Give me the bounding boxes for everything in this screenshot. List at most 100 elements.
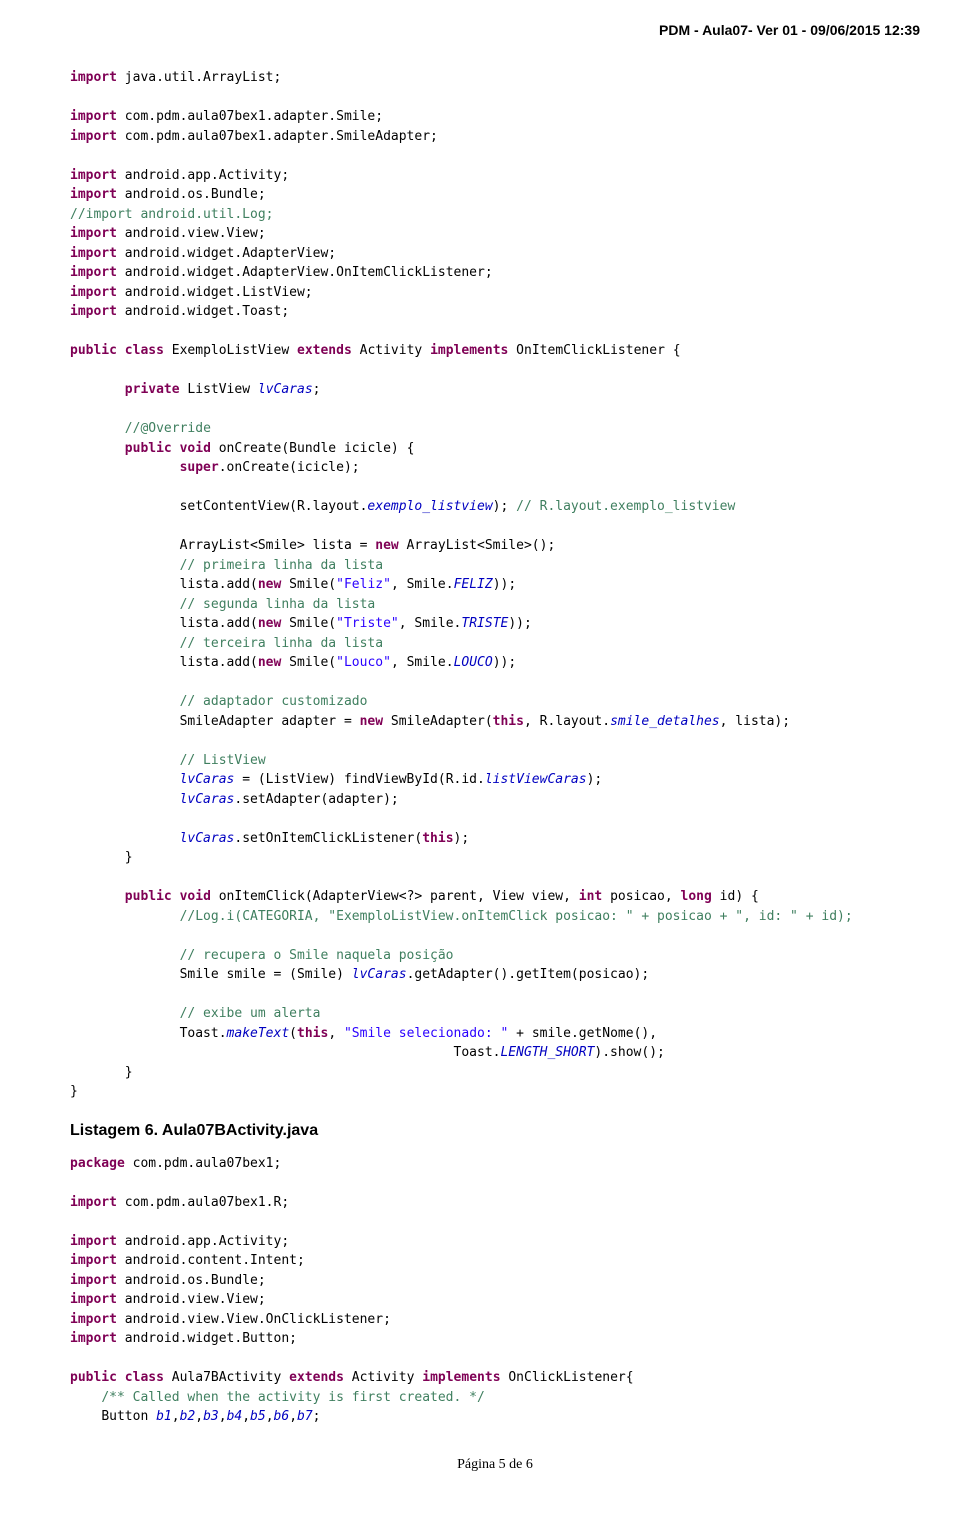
code-text: ListView [180, 382, 258, 397]
code-text: ; [313, 382, 321, 397]
keyword: import [70, 1234, 117, 1249]
code-text: posicao, [602, 889, 680, 904]
comment: // terceira linha da lista [180, 636, 384, 651]
code-text: , [289, 1409, 297, 1424]
code-text: Aula7BActivity [164, 1370, 289, 1385]
listing-title: Listagem 6. Aula07BActivity.java [70, 1122, 920, 1140]
field: TRISTE [461, 616, 508, 631]
code-text: com.pdm.aula07bex1.R; [117, 1195, 289, 1210]
page-header: PDM - Aula07- Ver 01 - 09/06/2015 12:39 [70, 22, 920, 38]
code-text: android.widget.AdapterView; [117, 246, 336, 261]
code-text: )); [508, 616, 531, 631]
field: LENGTH_SHORT [500, 1045, 594, 1060]
code-text: Smile( [281, 616, 336, 631]
code-text: } [125, 1065, 133, 1080]
code-text: OnItemClickListener { [508, 343, 680, 358]
keyword: implements [422, 1370, 500, 1385]
keyword: import [70, 187, 117, 202]
keyword: import [70, 1331, 117, 1346]
code-text: Smile smile = (Smile) [180, 967, 352, 982]
code-text: android.view.View.OnClickListener; [117, 1312, 391, 1327]
keyword: class [125, 1370, 164, 1385]
keyword: public [125, 889, 172, 904]
field: b6 [274, 1409, 290, 1424]
string: "Louco" [336, 655, 391, 670]
code-block-1: import java.util.ArrayList; import com.p… [70, 68, 920, 1102]
code-text: id) { [712, 889, 759, 904]
code-text: setContentView(R.layout. [180, 499, 368, 514]
field: lvCaras [180, 772, 235, 787]
keyword: import [70, 109, 117, 124]
keyword: extends [297, 343, 352, 358]
code-text: lista.add( [180, 577, 258, 592]
code-text: ); [587, 772, 603, 787]
comment: // recupera o Smile naquela posição [180, 948, 454, 963]
keyword: import [70, 1195, 117, 1210]
code-text: Smile( [281, 577, 336, 592]
field: b4 [227, 1409, 243, 1424]
code-text: ArrayList<Smile>(); [399, 538, 556, 553]
keyword: import [70, 129, 117, 144]
code-text: OnClickListener{ [501, 1370, 634, 1385]
keyword: this [493, 714, 524, 729]
keyword: import [70, 265, 117, 280]
code-text: com.pdm.aula07bex1.adapter.Smile; [117, 109, 383, 124]
keyword: new [258, 616, 281, 631]
code-text: , [172, 1409, 180, 1424]
field: lvCaras [180, 831, 235, 846]
keyword: this [422, 831, 453, 846]
comment: // R.layout.exemplo_listview [516, 499, 735, 514]
comment: //@Override [125, 421, 211, 436]
code-text: android.app.Activity; [117, 1234, 289, 1249]
field: FELIZ [454, 577, 493, 592]
keyword: new [375, 538, 398, 553]
code-text: ); [454, 831, 470, 846]
code-text: , [242, 1409, 250, 1424]
code-text: SmileAdapter( [383, 714, 493, 729]
code-text: )); [493, 655, 516, 670]
keyword: new [360, 714, 383, 729]
code-text: lista.add( [180, 655, 258, 670]
code-text: , [328, 1026, 344, 1041]
code-text: android.os.Bundle; [117, 1273, 266, 1288]
comment: //Log.i(CATEGORIA, "ExemploListView.onIt… [180, 909, 853, 924]
code-text: ).show(); [594, 1045, 664, 1060]
code-text: ExemploListView [164, 343, 297, 358]
keyword: package [70, 1156, 125, 1171]
keyword: import [70, 246, 117, 261]
field: b7 [297, 1409, 313, 1424]
code-text: android.widget.ListView; [117, 285, 313, 300]
field: LOUCO [454, 655, 493, 670]
comment: /** Called when the activity is first cr… [101, 1390, 485, 1405]
keyword: import [70, 285, 117, 300]
keyword: import [70, 226, 117, 241]
code-text: + smile.getNome(), [508, 1026, 657, 1041]
field: exemplo_listview [367, 499, 492, 514]
keyword: import [70, 304, 117, 319]
code-text: android.view.View; [117, 1292, 266, 1307]
comment: // exibe um alerta [180, 1006, 321, 1021]
field: lvCaras [180, 792, 235, 807]
keyword: public [125, 441, 172, 456]
code-text: } [70, 1084, 78, 1099]
code-text: , Smile. [391, 577, 454, 592]
page-footer: Página 5 de 6 [70, 1457, 920, 1473]
code-text: , R.layout. [524, 714, 610, 729]
string: "Smile selecionado: " [344, 1026, 508, 1041]
code-text: )); [493, 577, 516, 592]
string: "Triste" [336, 616, 399, 631]
comment: // adaptador customizado [180, 694, 368, 709]
code-text: lista.add( [180, 616, 258, 631]
code-text: , [195, 1409, 203, 1424]
code-text: com.pdm.aula07bex1.adapter.SmileAdapter; [117, 129, 438, 144]
code-text: .setOnItemClickListener( [234, 831, 422, 846]
code-text: Button [101, 1409, 156, 1424]
field: lvCaras [352, 967, 407, 982]
code-text: } [125, 850, 133, 865]
code-text: .getAdapter().getItem(posicao); [407, 967, 650, 982]
field: listViewCaras [485, 772, 587, 787]
code-text: android.widget.AdapterView.OnItemClickLi… [117, 265, 493, 280]
keyword: void [180, 441, 211, 456]
comment: // segunda linha da lista [180, 597, 376, 612]
code-text: android.app.Activity; [117, 168, 289, 183]
